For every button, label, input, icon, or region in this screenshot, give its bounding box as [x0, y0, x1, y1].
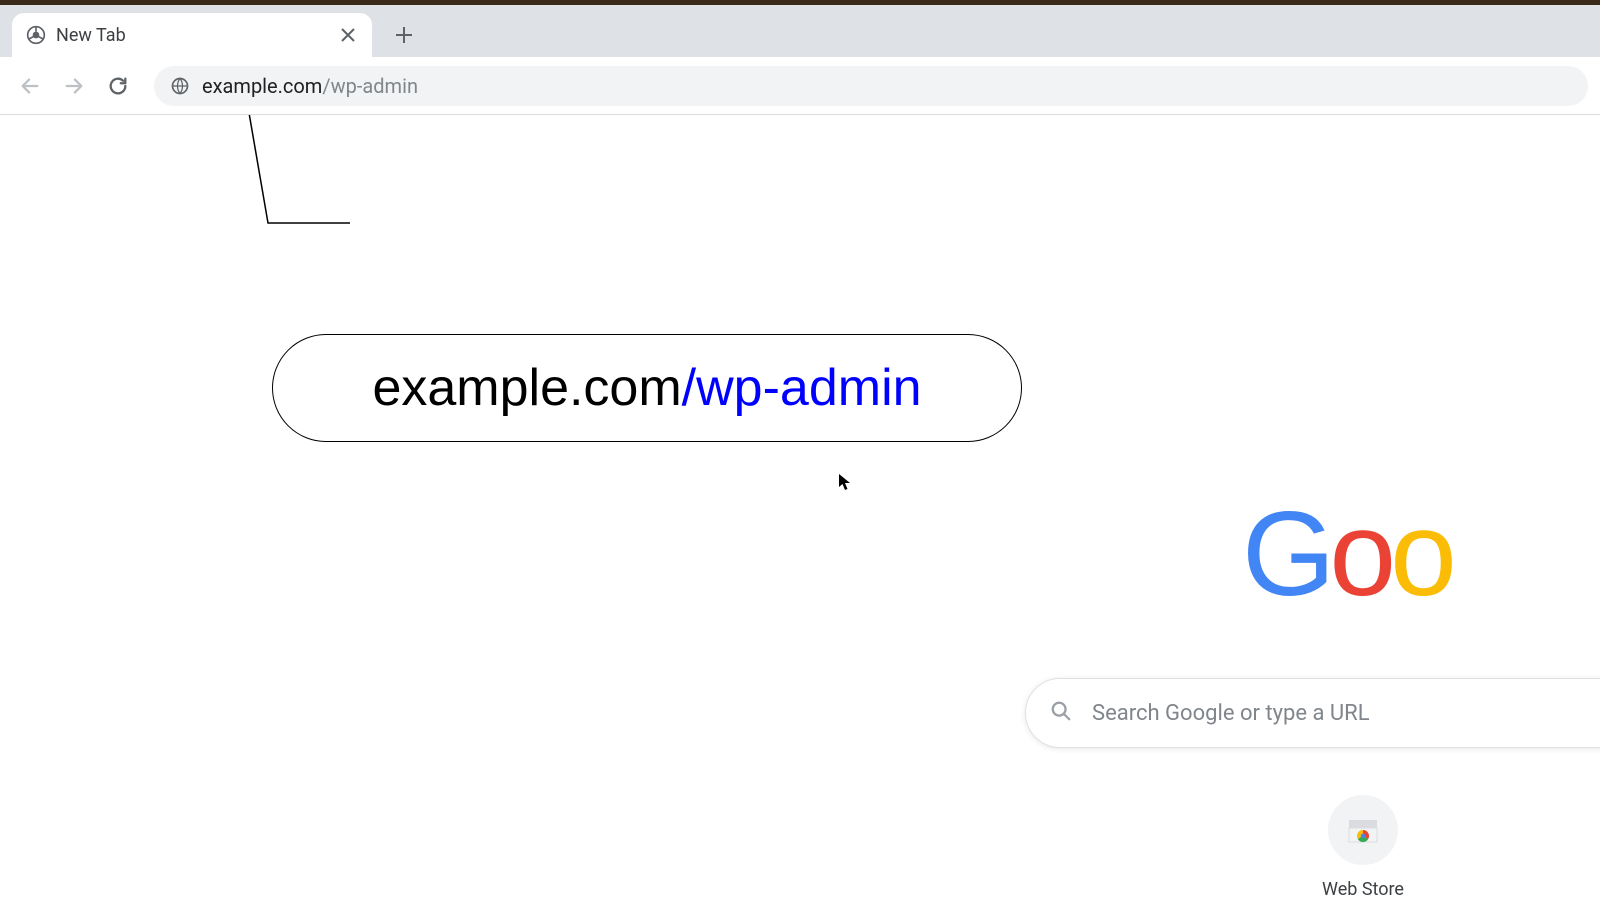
callout-bubble: example.com/wp-admin [272, 334, 1022, 442]
url-text: example.com/wp-admin [202, 74, 418, 98]
callout-domain: example.com [372, 358, 681, 418]
site-info-icon[interactable] [170, 76, 190, 96]
search-icon [1050, 700, 1072, 726]
forward-button[interactable] [56, 68, 92, 104]
browser-toolbar: example.com/wp-admin [0, 57, 1600, 115]
shortcut-label: Web Store [1322, 879, 1404, 900]
tab-title: New Tab [56, 25, 328, 46]
back-button[interactable] [12, 68, 48, 104]
address-bar[interactable]: example.com/wp-admin [154, 66, 1588, 106]
webstore-icon [1345, 812, 1381, 848]
page-content: example.com/wp-admin Goo Search Google o… [0, 115, 1600, 914]
url-domain: example.com [202, 74, 322, 98]
tab-favicon-icon [26, 25, 46, 45]
callout-path: /wp-admin [682, 358, 922, 418]
browser-tab[interactable]: New Tab [12, 13, 372, 57]
search-placeholder: Search Google or type a URL [1092, 701, 1370, 726]
logo-g: G [1242, 487, 1329, 621]
close-tab-icon[interactable] [338, 25, 358, 45]
url-path: /wp-admin [322, 74, 418, 98]
tab-strip: New Tab [0, 5, 1600, 57]
reload-button[interactable] [100, 68, 136, 104]
search-box[interactable]: Search Google or type a URL [1025, 678, 1600, 748]
google-logo: Goo [1242, 485, 1451, 623]
logo-o1: o [1329, 487, 1390, 621]
new-tab-button[interactable] [386, 17, 422, 53]
shortcut-icon-bg [1328, 795, 1398, 865]
cursor-icon [838, 473, 852, 491]
callout-pointer-icon [0, 115, 1600, 515]
logo-o2: o [1390, 487, 1451, 621]
shortcut-webstore[interactable]: Web Store [1318, 795, 1408, 900]
